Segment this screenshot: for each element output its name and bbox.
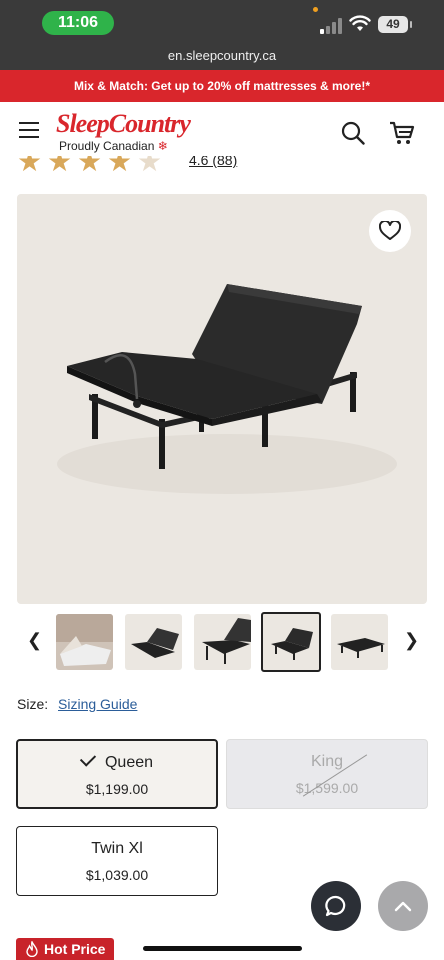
size-label-row: Size: Sizing Guide — [17, 696, 137, 712]
thumbnail[interactable] — [331, 614, 388, 670]
thumbnail[interactable] — [125, 614, 182, 670]
star-icon: ★ — [107, 156, 133, 174]
size-option-name: King — [310, 753, 344, 770]
size-option-price: $1,599.00 — [295, 780, 359, 796]
hot-price-badge: Hot Price — [16, 938, 114, 960]
size-option-price: $1,199.00 — [85, 781, 149, 797]
size-option-name: Twin Xl — [91, 840, 143, 857]
chevron-left-icon[interactable]: ❮ — [27, 630, 42, 651]
battery-icon: 49 — [378, 16, 412, 33]
logo-tagline: Proudly Canadian — [59, 139, 155, 153]
back-to-top-button[interactable] — [378, 881, 428, 931]
thumbnail-selected[interactable] — [261, 612, 321, 672]
status-bar: 11:06 49 — [0, 0, 444, 46]
chat-button[interactable] — [311, 881, 361, 931]
product-image[interactable] — [17, 194, 427, 604]
chevron-up-icon — [394, 901, 412, 912]
size-option-name: Queen — [104, 754, 154, 771]
maple-leaf-icon: ❄ — [157, 139, 168, 153]
checkmark-icon — [79, 750, 97, 767]
size-label: Size: — [17, 696, 49, 712]
wifi-icon — [349, 15, 371, 31]
site-logo[interactable]: SleepCountry Proudly Canadian ❄ — [56, 110, 206, 158]
cart-icon[interactable] — [389, 120, 415, 146]
product-rating[interactable]: ★ ★ ★ ★ ★ 4.6 (88) — [17, 156, 247, 174]
size-option-price: $1,039.00 — [85, 867, 149, 883]
home-indicator[interactable] — [143, 946, 302, 951]
star-icon: ★ — [47, 156, 73, 174]
star-icon: ★ — [77, 156, 103, 174]
search-icon[interactable] — [341, 121, 365, 145]
size-option-queen[interactable]: Queen $1,199.00 — [16, 739, 218, 809]
flame-icon — [26, 941, 38, 957]
size-option-king[interactable]: King $1,599.00 — [226, 739, 428, 809]
logo-wordmark: SleepCountry — [56, 109, 191, 138]
hot-price-text: Hot Price — [44, 941, 106, 957]
heart-icon — [379, 221, 401, 240]
chevron-right-icon[interactable]: ❯ — [404, 630, 419, 651]
size-option-twin-xl[interactable]: Twin Xl $1,039.00 — [16, 826, 218, 896]
star-half-icon: ★ — [137, 156, 163, 174]
adjustable-base-image — [57, 284, 397, 494]
cellular-signal-icon — [320, 18, 346, 34]
menu-icon[interactable] — [19, 122, 39, 138]
rating-text[interactable]: 4.6 (88) — [189, 156, 237, 168]
site-header: SleepCountry Proudly Canadian ❄ — [0, 102, 444, 160]
browser-url[interactable]: en.sleepcountry.ca — [0, 46, 444, 70]
wishlist-button[interactable] — [369, 210, 411, 252]
privacy-indicator-dot — [313, 7, 318, 12]
thumbnail-carousel: ❮ ❯ — [0, 610, 444, 672]
thumbnail[interactable] — [194, 614, 251, 670]
chat-bubble-icon — [325, 895, 346, 917]
thumbnail[interactable] — [56, 614, 113, 670]
promo-banner[interactable]: Mix & Match: Get up to 20% off mattresse… — [0, 70, 444, 102]
status-time: 11:06 — [42, 11, 114, 35]
star-icon: ★ — [17, 156, 43, 174]
sizing-guide-link[interactable]: Sizing Guide — [58, 696, 137, 712]
